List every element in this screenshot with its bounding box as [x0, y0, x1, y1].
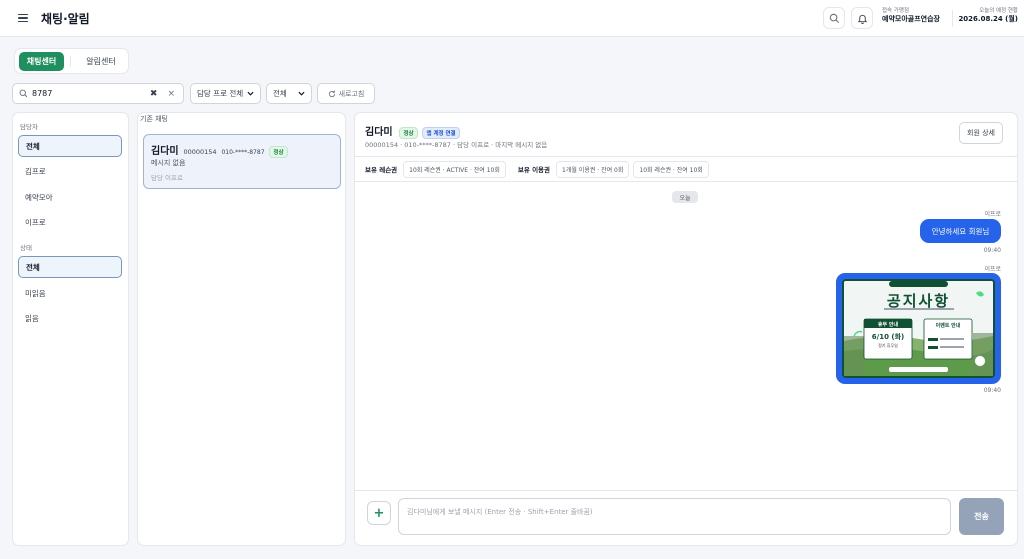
conversation-phone: 010-****-8787	[221, 149, 265, 156]
lesson-pass-chip: 10회 레슨권 · ACTIVE · 잔여 10회	[403, 160, 506, 178]
poster-title: 공지사항	[886, 292, 951, 310]
status-filter-value: 전체	[273, 89, 287, 98]
search-input[interactable]: 8787 ✖ ×	[12, 83, 184, 104]
pro-filter-value: 담당 프로 전체	[197, 89, 244, 98]
bell-icon[interactable]	[851, 7, 873, 29]
status-item[interactable]: 미읽음	[18, 282, 122, 304]
center-tabs: 채팅센터 알림센터	[14, 48, 129, 74]
status-item-all[interactable]: 전체	[18, 256, 122, 278]
poster-right-header: 이벤트 안내	[935, 323, 961, 329]
status-item[interactable]: 읽음	[18, 307, 122, 329]
chat-member-name: 김다미	[365, 127, 393, 138]
status-filter-select[interactable]: 전체	[266, 83, 312, 104]
clear-search-icon[interactable]: ✖	[150, 89, 158, 99]
attach-plus-button[interactable]: +	[367, 501, 391, 525]
close-icon[interactable]: ×	[167, 89, 175, 99]
conversation-item[interactable]: 김다미 00000154 010-****-8787 정상 메시지 없음 담당 …	[143, 134, 341, 189]
usage-pass-chip: 1개월 이용권 · 잔여 0회	[556, 160, 630, 178]
chat-member-info: 00000154 · 010-****-8787 · 담당 이프로 · 마지막 …	[365, 141, 548, 149]
conversation-name: 김다미	[151, 146, 179, 157]
pro-filter-select[interactable]: 담당 프로 전체	[190, 83, 261, 104]
chevron-down-icon	[247, 91, 254, 96]
status-badge: 정상	[399, 126, 418, 139]
conversation-header: 김다미 00000154 010-****-8787 정상	[151, 142, 288, 158]
message-sender: 이프로	[984, 211, 1001, 218]
poster-left-date: 6/10 (화)	[871, 333, 905, 341]
conversation-member-no: 00000154	[183, 148, 217, 156]
member-detail-button[interactable]: 회원 상세	[959, 122, 1003, 144]
manager-item[interactable]: 김프로	[18, 160, 122, 182]
image-message-bubble[interactable]: 공지사항 휴무 안내 6/10 (화) 정기 휴무일 이벤트 안내	[836, 273, 1001, 384]
pass-row: 보유 레슨권 10회 레슨권 · ACTIVE · 잔여 10회 보유 이용권 …	[355, 157, 1017, 182]
notice-poster-image: 공지사항 휴무 안내 6/10 (화) 정기 휴무일 이벤트 안내	[842, 279, 995, 378]
chat-header: 김다미 정상 앱 계정 연결 00000154 · 010-****-8787 …	[355, 113, 1017, 157]
manager-item[interactable]: 이프로	[18, 211, 122, 233]
today-info: 오늘의 예정 현황 2026.08.24 (월)	[958, 8, 1018, 24]
poster-left-header: 휴무 안내	[877, 322, 899, 328]
status-section-label: 상태	[20, 244, 32, 252]
store-info: 접속 가맹점 예약모아골프연습장	[882, 8, 946, 24]
poster-left-sub: 정기 휴무일	[878, 343, 898, 348]
app-link-badge: 앱 계정 연결	[422, 126, 460, 139]
tab-notice-center[interactable]: 알림센터	[77, 52, 125, 71]
chat-title-row: 김다미 정상 앱 계정 연결	[365, 123, 460, 139]
today-date: 2026.08.24 (월)	[958, 14, 1018, 23]
chevron-down-icon	[298, 91, 305, 96]
usage-pass-chip: 10회 레슨권 · 잔여 10회	[633, 160, 709, 178]
top-bar: 채팅·알림 접속 가맹점 예약모아골프연습장 오늘의 예정 현황 2026.08…	[0, 0, 1024, 37]
message-composer: + 김다미님에게 보낼 메시지 (Enter 전송 · Shift+Enter …	[355, 490, 1017, 545]
usage-pass-label: 보유 이용권	[517, 166, 551, 174]
conversation-list-panel: 기존 채팅 김다미 00000154 010-****-8787 정상 메시지 …	[137, 112, 346, 546]
page-title: 채팅·알림	[41, 12, 90, 26]
message-input[interactable]: 김다미님에게 보낼 메시지 (Enter 전송 · Shift+Enter 줄바…	[398, 498, 951, 535]
manager-section-label: 담당자	[20, 123, 38, 131]
lesson-pass-label: 보유 레슨권	[365, 166, 398, 174]
message-sender: 이프로	[984, 266, 1001, 273]
store-label: 접속 가맹점	[882, 8, 910, 14]
refresh-label: 새로고침	[338, 89, 365, 98]
send-button[interactable]: 전송	[959, 498, 1004, 535]
status-badge: 정상	[269, 145, 288, 158]
header-divider	[952, 10, 953, 27]
message-time: 09:40	[983, 247, 1001, 254]
filter-panel: 담당자 전체 김프로 예약모아 이프로 상태 전체 미읽음 읽음	[12, 112, 129, 546]
today-label: 오늘의 예정 현황	[979, 8, 1018, 14]
search-icon[interactable]	[823, 7, 845, 29]
conversation-manager: 담당 이프로	[151, 174, 183, 182]
store-name: 예약모아골프연습장	[882, 14, 940, 23]
search-icon	[19, 89, 28, 98]
manager-item-all[interactable]: 전체	[18, 135, 122, 157]
conversation-list-label: 기존 채팅	[140, 115, 168, 123]
chat-panel: 김다미 정상 앱 계정 연결 00000154 · 010-****-8787 …	[354, 112, 1018, 546]
refresh-button[interactable]: 새로고침	[317, 83, 375, 104]
conversation-preview: 메시지 없음	[151, 159, 186, 167]
hamburger-menu-icon[interactable]	[14, 9, 32, 27]
message-bubble: 안녕하세요 회원님	[920, 219, 1001, 243]
refresh-icon	[328, 90, 335, 97]
search-value: 8787	[32, 89, 53, 98]
tab-divider	[70, 56, 71, 67]
message-time: 09:40	[983, 387, 1001, 394]
date-divider: 오늘	[672, 191, 698, 203]
tab-chat-center[interactable]: 채팅센터	[19, 52, 64, 71]
manager-item[interactable]: 예약모아	[18, 186, 122, 208]
